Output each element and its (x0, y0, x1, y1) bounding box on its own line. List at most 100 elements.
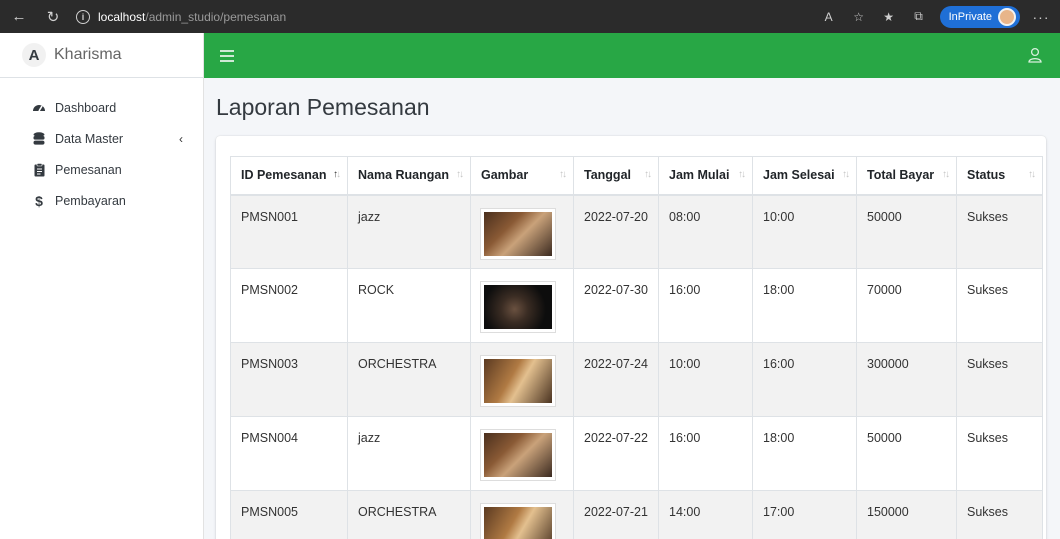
cell-status: Sukses (956, 342, 1043, 417)
sort-icon: ↑↓ (644, 169, 652, 180)
table-row: PMSN002 ROCK 2022-07-30 16:00 18:00 7000… (230, 268, 1043, 343)
col-gambar[interactable]: Gambar ↑↓ (470, 156, 574, 196)
sidebar-item-label: Dashboard (55, 100, 117, 115)
address-bar[interactable]: localhost/admin_studio/pemesanan (98, 10, 286, 24)
column-header-label: Jam Mulai (669, 168, 730, 183)
cell-status: Sukses (956, 268, 1043, 343)
studio-photo-orchestra (481, 356, 555, 406)
profile-avatar (998, 7, 1016, 26)
cell-id: PMSN005 (230, 490, 348, 539)
reload-icon[interactable]: ↻ (42, 6, 64, 28)
user-icon[interactable] (1028, 47, 1042, 63)
cell-status: Sukses (956, 490, 1043, 539)
sort-icon: ↑↓ (942, 169, 950, 180)
chevron-left-icon: ‹ (179, 131, 183, 146)
column-header-label: Total Bayar (867, 168, 935, 183)
sort-icon: ↑↓ (1028, 169, 1036, 180)
col-jam-selesai[interactable]: Jam Selesai ↑↓ (752, 156, 857, 196)
sidebar-item-label: Pembayaran (55, 193, 126, 208)
cell-total-bayar: 70000 (856, 268, 957, 343)
back-arrow-icon[interactable]: ← (8, 6, 30, 28)
cell-ruangan: jazz (347, 416, 471, 491)
studio-photo-rock (481, 282, 555, 332)
column-header-label: Jam Selesai (763, 168, 835, 183)
cell-tanggal: 2022-07-24 (573, 342, 659, 417)
cell-id: PMSN002 (230, 268, 348, 343)
more-menu-icon[interactable]: ··· (1032, 8, 1050, 26)
cell-tanggal: 2022-07-20 (573, 194, 659, 269)
col-status[interactable]: Status ↑↓ (956, 156, 1043, 196)
pemesanan-table: ID Pemesanan ↑↓ Nama Ruangan ↑↓ Gambar ↑↓ T… (230, 156, 1043, 539)
read-aloud-icon[interactable]: A (820, 8, 838, 26)
cell-id: PMSN001 (230, 194, 348, 269)
col-jam-mulai[interactable]: Jam Mulai ↑↓ (658, 156, 753, 196)
collections-icon[interactable]: ⧉ (910, 8, 928, 26)
cell-total-bayar: 150000 (856, 490, 957, 539)
sidebar-menu: Dashboard Data Master ‹ Pemesanan $ Pemb… (0, 78, 203, 216)
cell-id: PMSN003 (230, 342, 348, 417)
cell-tanggal: 2022-07-22 (573, 416, 659, 491)
inprivate-badge[interactable]: InPrivate (939, 5, 1020, 28)
top-navbar (204, 33, 1060, 78)
cell-status: Sukses (956, 194, 1043, 269)
cell-total-bayar: 50000 (856, 194, 957, 269)
sort-icon: ↑↓ (842, 169, 850, 180)
cell-tanggal: 2022-07-30 (573, 268, 659, 343)
cell-gambar (470, 268, 574, 343)
favorite-star-icon[interactable]: ☆ (850, 8, 868, 26)
cell-total-bayar: 300000 (856, 342, 957, 417)
col-nama-ruangan[interactable]: Nama Ruangan ↑↓ (347, 156, 471, 196)
page-title: Laporan Pemesanan (216, 94, 430, 120)
cell-ruangan: ORCHESTRA (347, 342, 471, 417)
cell-jam-selesai: 16:00 (752, 342, 857, 417)
url-path: /admin_studio/pemesanan (145, 9, 287, 24)
col-total-bayar[interactable]: Total Bayar ↑↓ (856, 156, 957, 196)
browser-toolbar: ← ↻ i localhost/admin_studio/pemesanan A… (0, 0, 1060, 33)
sort-icon: ↑↓ (456, 169, 464, 180)
sidebar-item-pembayaran[interactable]: $ Pembayaran (0, 185, 203, 216)
column-header-label: ID Pemesanan (241, 168, 327, 183)
sidebar-item-label: Data Master (55, 131, 124, 146)
dashboard-icon (32, 101, 46, 115)
inprivate-label: InPrivate (948, 10, 992, 23)
table-header-row: ID Pemesanan ↑↓ Nama Ruangan ↑↓ Gambar ↑↓ T… (230, 156, 1043, 196)
sidebar-item-dashboard[interactable]: Dashboard (0, 92, 203, 123)
table-row: PMSN005 ORCHESTRA 2022-07-21 14:00 17:00… (230, 490, 1043, 539)
cell-jam-selesai: 10:00 (752, 194, 857, 269)
cell-gambar (470, 194, 574, 269)
brand-link[interactable]: A Kharisma (0, 33, 203, 78)
favorites-list-icon[interactable]: ★ (880, 8, 898, 26)
report-card: ID Pemesanan ↑↓ Nama Ruangan ↑↓ Gambar ↑↓ T… (216, 136, 1046, 539)
clipboard-icon (32, 162, 46, 177)
cell-jam-selesai: 18:00 (752, 416, 857, 491)
cell-total-bayar: 50000 (856, 416, 957, 491)
sidebar-item-label: Pemesanan (55, 162, 122, 177)
sort-icon: ↑↓ (559, 169, 567, 180)
cell-ruangan: ORCHESTRA (347, 490, 471, 539)
cell-ruangan: jazz (347, 194, 471, 269)
cell-gambar (470, 342, 574, 417)
studio-photo-orchestra (481, 504, 555, 539)
sort-icon: ↑↓ (738, 169, 746, 180)
sidebar-item-pemesanan[interactable]: Pemesanan (0, 154, 203, 185)
brand-logo-icon: A (22, 43, 46, 67)
hamburger-menu-icon[interactable] (220, 49, 234, 62)
column-header-label: Status (967, 168, 1006, 183)
cell-jam-mulai: 08:00 (658, 194, 753, 269)
col-id-pemesanan[interactable]: ID Pemesanan ↑↓ (230, 156, 348, 196)
sort-ascending-icon: ↑↓ (333, 169, 341, 180)
cell-id: PMSN004 (230, 416, 348, 491)
cell-jam-mulai: 16:00 (658, 268, 753, 343)
studio-photo-jazz (481, 430, 555, 480)
content-wrapper: Laporan Pemesanan ID Pemesanan ↑↓ Nama Ru… (204, 78, 1060, 539)
cell-jam-mulai: 14:00 (658, 490, 753, 539)
sidebar: A Kharisma Dashboard Data Master ‹ Pemes… (0, 33, 204, 539)
column-header-label: Tanggal (584, 168, 631, 183)
cell-jam-selesai: 17:00 (752, 490, 857, 539)
col-tanggal[interactable]: Tanggal ↑↓ (573, 156, 659, 196)
sidebar-item-data-master[interactable]: Data Master ‹ (0, 123, 203, 154)
cell-ruangan: ROCK (347, 268, 471, 343)
url-host: localhost (98, 9, 146, 24)
site-info-icon[interactable]: i (76, 9, 90, 24)
database-icon (32, 131, 46, 146)
